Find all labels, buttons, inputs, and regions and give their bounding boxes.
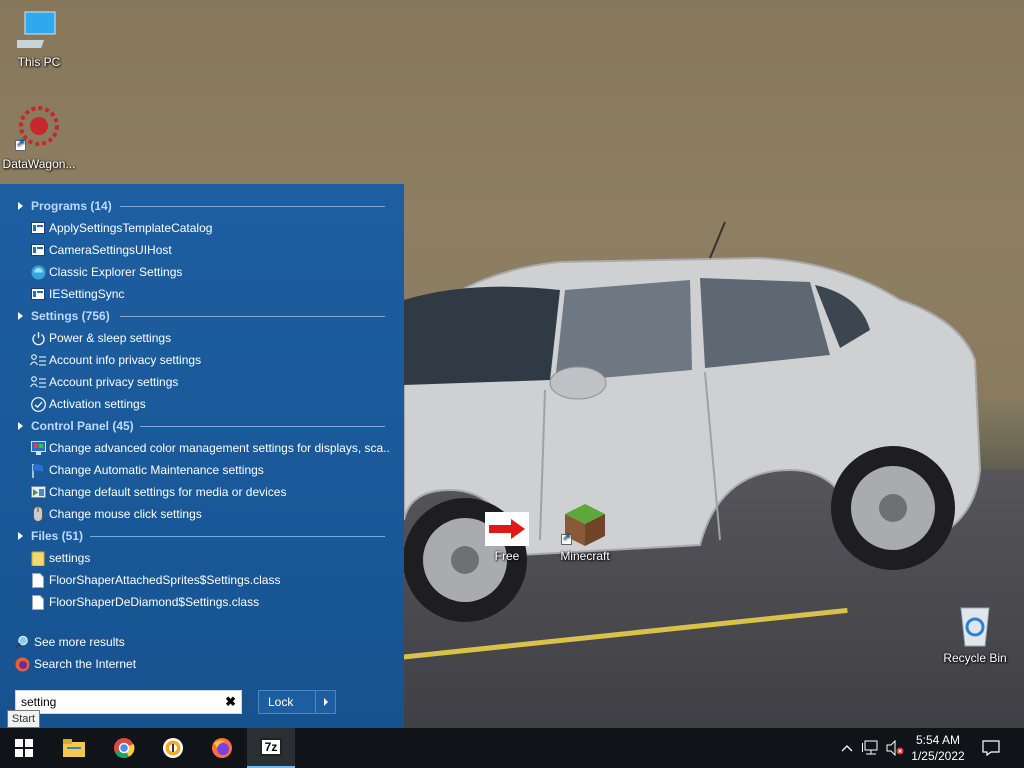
desktop-icon-label: Free [494,549,520,563]
see-more-results-link[interactable]: See more results [14,632,125,652]
taskbar: 7z 5:54 AM 1/25/2022 [0,728,1024,768]
datawagon-icon [15,104,61,154]
start-menu: Programs (14) ApplySettingsTemplateCatal… [0,184,404,728]
desktop-icon-free[interactable]: Free [468,512,546,563]
clear-search-icon[interactable]: ✖ [225,694,236,710]
result-item[interactable]: Power & sleep settings [30,327,390,349]
group-header-settings[interactable]: Settings (756) [14,306,110,326]
start-search-box[interactable]: ✖ [15,690,242,714]
clock-date: 1/25/2022 [911,749,965,763]
desktop-icon-label: This PC [17,55,61,69]
recycle-bin-icon [955,602,995,648]
desktop-icon-datawagon[interactable]: DataWagon... [0,104,78,171]
group-label: Programs (14) [31,199,112,213]
car-window-side [700,278,830,368]
classic-shell-icon [30,264,46,280]
group-header-files[interactable]: Files (51) [14,526,83,546]
result-item[interactable]: ApplySettingsTemplateCatalog [30,217,390,239]
desktop-icon-label: Minecraft [560,549,610,563]
search-icon [14,634,30,650]
network-icon[interactable] [862,739,880,757]
desktop-icon-label: Recycle Bin [943,651,1007,665]
file-explorer-button[interactable] [50,728,98,768]
volume-muted-icon[interactable] [886,739,904,757]
windows-logo-icon [15,739,33,757]
minecraft-icon [561,502,607,546]
lock-button[interactable]: Lock [258,690,336,714]
checkmark-circle-icon [30,396,46,412]
folder-icon [30,550,46,566]
group-label: Control Panel (45) [31,419,134,433]
result-item[interactable]: FloorShaperDeDiamond$Settings.class [30,591,390,613]
taskbar-clock[interactable]: 5:54 AM 1/25/2022 [908,732,968,764]
expand-triangle-icon [18,202,23,210]
result-item[interactable]: Account privacy settings [30,371,390,393]
file-icon [30,572,46,588]
show-hidden-icons-chevron-up-icon[interactable] [838,739,856,757]
shortcut-arrow-icon [15,138,26,151]
autoplay-icon [30,484,46,500]
account-list-icon [30,374,46,390]
group-header-programs[interactable]: Programs (14) [14,196,112,216]
result-item[interactable]: settings [30,547,390,569]
window-app-icon [30,220,46,236]
file-icon [30,594,46,610]
firefox-icon [212,738,232,758]
window-app-icon [30,286,46,302]
car-window-rear [404,286,560,385]
desktop-icon-recycle-bin[interactable]: Recycle Bin [936,602,1014,665]
start-tooltip: Start [7,710,40,728]
mouse-icon [30,506,46,522]
result-item[interactable]: IESettingSync [30,283,390,305]
desktop-icon-minecraft[interactable]: Minecraft [546,502,624,563]
red-arrow-icon [485,512,529,546]
result-item[interactable]: Change mouse click settings [30,503,390,525]
7zip-icon: 7z [260,738,282,756]
result-item[interactable]: Activation settings [30,393,390,415]
computer-icon [9,10,61,52]
search-internet-link[interactable]: Search the Internet [14,654,136,674]
result-item[interactable]: Classic Explorer Settings [30,261,390,283]
group-header-control-panel[interactable]: Control Panel (45) [14,416,134,436]
result-item[interactable]: Change Automatic Maintenance settings [30,459,390,481]
brave-icon [163,738,183,758]
desktop-icon-this-pc[interactable]: This PC [0,10,78,69]
window-app-icon [30,242,46,258]
car-mirror [549,366,607,400]
power-icon [30,330,46,346]
result-item[interactable]: Change advanced color management setting… [30,437,390,459]
chrome-button[interactable] [100,728,148,768]
lock-button-label: Lock [268,695,294,709]
firefox-icon [14,656,30,672]
group-label: Files (51) [31,529,84,543]
result-item[interactable]: FloorShaperAttachedSprites$Settings.clas… [30,569,390,591]
7zip-button[interactable]: 7z [247,728,295,768]
brave-button[interactable] [149,728,197,768]
chrome-icon [114,738,135,759]
start-button[interactable] [0,728,48,768]
shortcut-arrow-icon [561,532,572,545]
group-label: Settings (756) [31,309,110,323]
clock-time: 5:54 AM [915,733,961,747]
firefox-button[interactable] [198,728,246,768]
result-item[interactable]: Change default settings for media or dev… [30,481,390,503]
expand-triangle-icon [18,422,23,430]
folder-icon [63,739,85,757]
result-item[interactable]: Account info privacy settings [30,349,390,371]
power-options-arrow-icon[interactable] [315,691,335,713]
maintenance-flag-icon [30,462,46,478]
color-management-icon [30,440,46,456]
action-center-notification-icon[interactable] [982,739,1000,757]
account-list-icon [30,352,46,368]
expand-triangle-icon [18,312,23,320]
expand-triangle-icon [18,532,23,540]
desktop-icon-label: DataWagon... [2,157,76,171]
search-input[interactable] [16,691,216,713]
result-item[interactable]: CameraSettingsUIHost [30,239,390,261]
